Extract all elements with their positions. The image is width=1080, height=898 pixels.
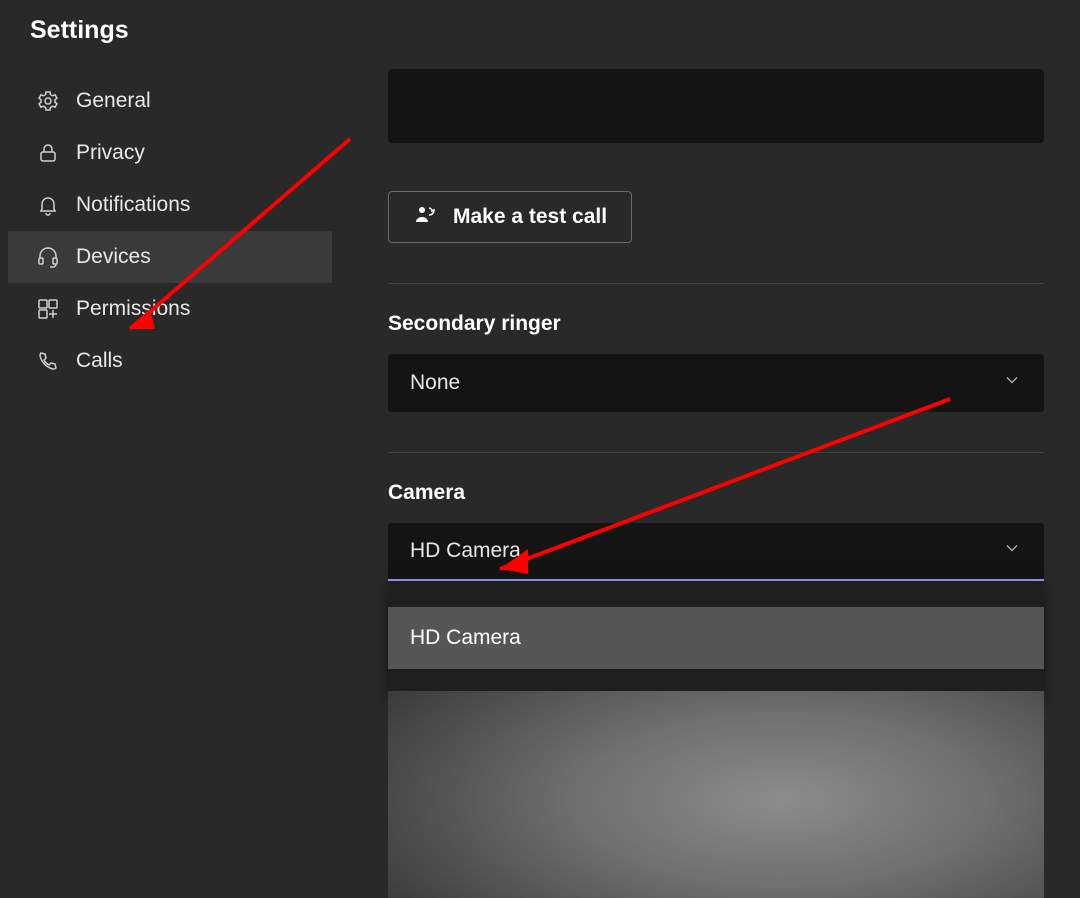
make-test-call-button[interactable]: Make a test call bbox=[388, 191, 632, 243]
camera-dropdown: HD Camera bbox=[388, 581, 1044, 691]
lock-icon bbox=[36, 141, 60, 165]
secondary-ringer-select[interactable]: None bbox=[388, 354, 1044, 412]
select-value: None bbox=[410, 371, 460, 395]
sidebar-item-label: General bbox=[76, 89, 151, 113]
sidebar-item-permissions[interactable]: Permissions bbox=[8, 283, 332, 335]
gear-icon bbox=[36, 89, 60, 113]
sidebar-item-privacy[interactable]: Privacy bbox=[8, 127, 332, 179]
chevron-down-icon bbox=[1002, 538, 1022, 564]
apps-icon bbox=[36, 297, 60, 321]
chevron-down-icon bbox=[1002, 370, 1022, 396]
content-panel: Make a test call Secondary ringer None C… bbox=[340, 69, 1080, 898]
sidebar-item-label: Devices bbox=[76, 245, 151, 269]
camera-select[interactable]: HD Camera bbox=[388, 523, 1044, 581]
headset-icon bbox=[36, 245, 60, 269]
camera-preview: Preview bbox=[388, 691, 1044, 898]
camera-preview-image bbox=[388, 691, 1044, 898]
phone-icon bbox=[36, 349, 60, 373]
button-label: Make a test call bbox=[453, 205, 607, 229]
camera-option[interactable]: HD Camera bbox=[388, 607, 1044, 669]
option-label: HD Camera bbox=[410, 626, 521, 650]
sidebar-item-general[interactable]: General bbox=[8, 75, 332, 127]
section-divider bbox=[388, 283, 1044, 284]
speaker-select-truncated[interactable] bbox=[388, 69, 1044, 143]
sidebar-item-devices[interactable]: Devices bbox=[8, 231, 332, 283]
sidebar-item-label: Permissions bbox=[76, 297, 190, 321]
bell-icon bbox=[36, 193, 60, 217]
select-value: HD Camera bbox=[410, 539, 521, 563]
sidebar-item-label: Notifications bbox=[76, 193, 190, 217]
sidebar-item-notifications[interactable]: Notifications bbox=[8, 179, 332, 231]
sidebar: General Privacy Notifications Devices Pe… bbox=[0, 69, 340, 898]
sidebar-item-calls[interactable]: Calls bbox=[8, 335, 332, 387]
camera-label: Camera bbox=[388, 481, 1044, 505]
section-divider bbox=[388, 452, 1044, 453]
sidebar-item-label: Privacy bbox=[76, 141, 145, 165]
person-call-icon bbox=[413, 202, 437, 232]
sidebar-item-label: Calls bbox=[76, 349, 123, 373]
page-title: Settings bbox=[0, 0, 1080, 69]
secondary-ringer-label: Secondary ringer bbox=[388, 312, 1044, 336]
